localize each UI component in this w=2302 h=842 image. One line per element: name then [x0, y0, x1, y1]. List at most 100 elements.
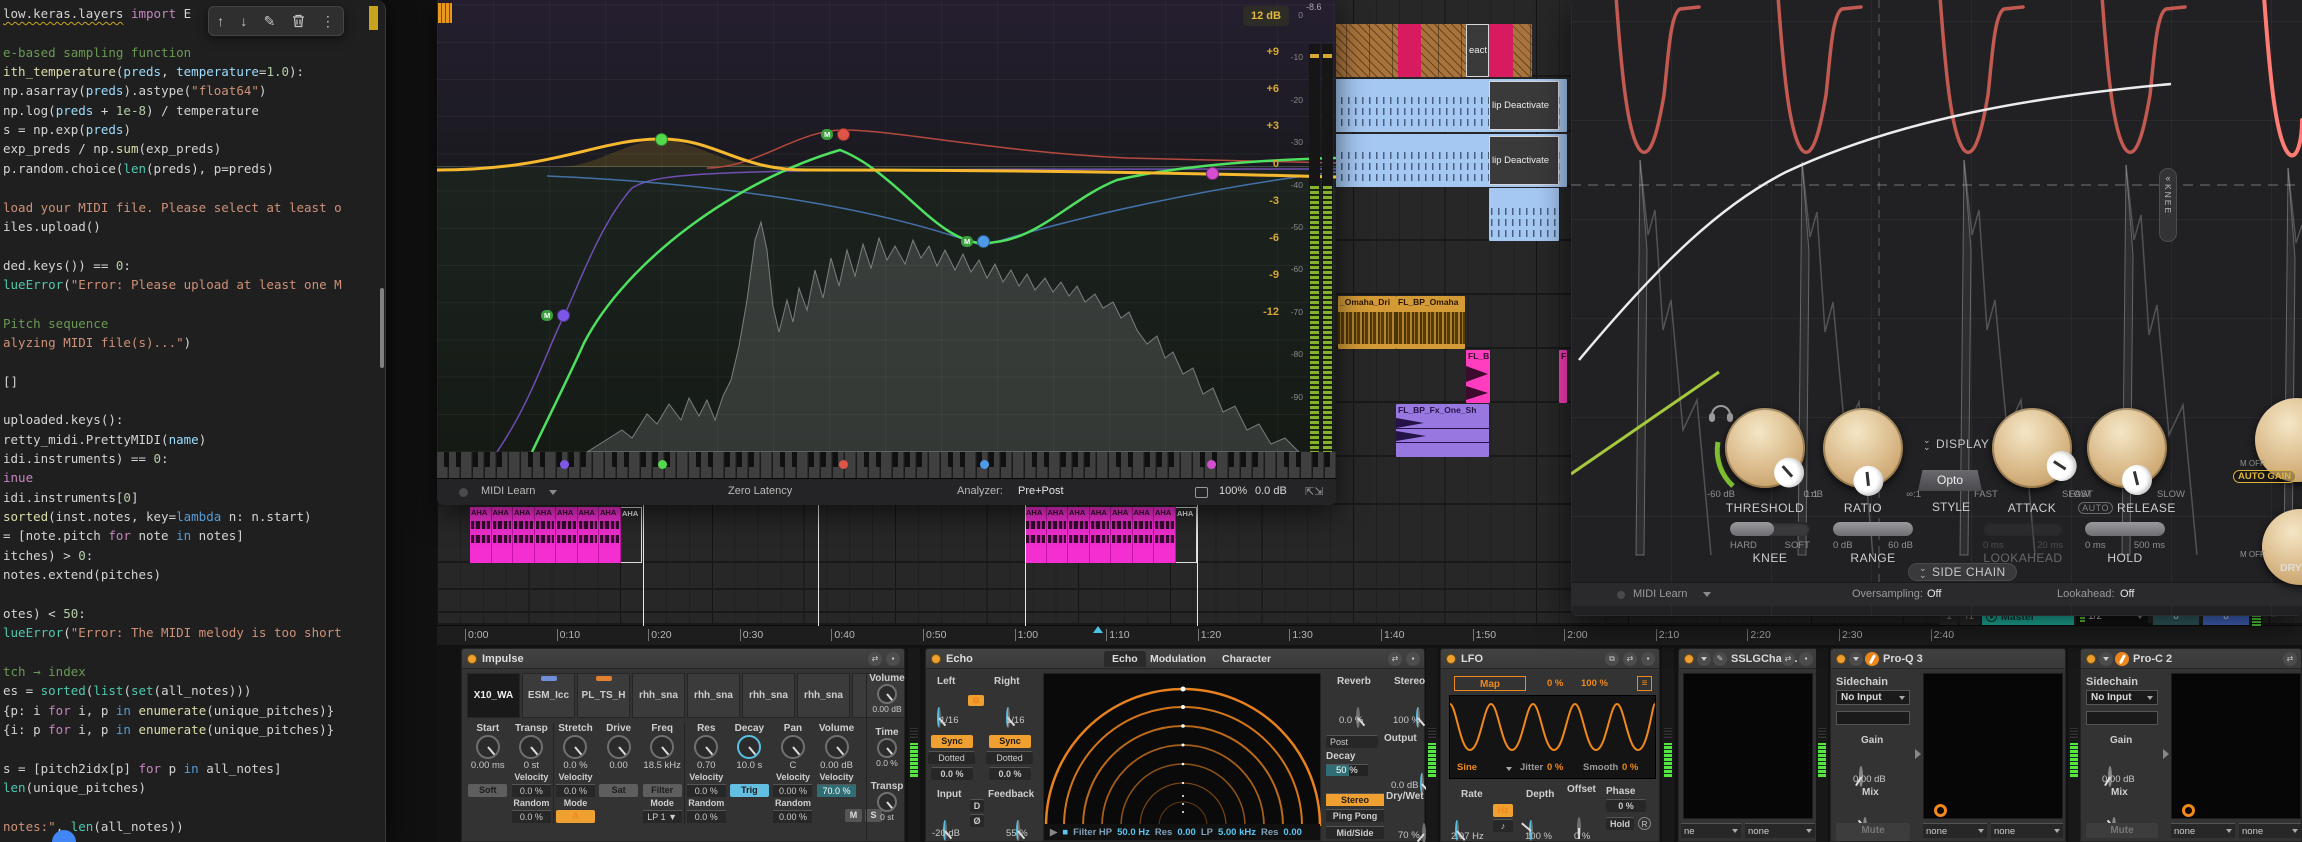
- vocal-chop-clip[interactable]: AHA: [492, 507, 514, 563]
- band-key-dot[interactable]: [980, 460, 989, 469]
- device-on-led[interactable]: [1836, 654, 1846, 664]
- map-min-value[interactable]: 0 %: [1547, 678, 1563, 689]
- mute-button[interactable]: M: [845, 809, 862, 822]
- code-line[interactable]: notes.extend(pitches): [3, 565, 161, 584]
- mode-pingpong-button[interactable]: Ping Pong: [1326, 809, 1384, 822]
- left-division-dropdown[interactable]: Dotted: [928, 751, 975, 764]
- vocal-chop-clip[interactable]: AHA: [1025, 507, 1047, 563]
- band-mute-badge[interactable]: M: [541, 310, 553, 321]
- compressor-knob[interactable]: [1823, 408, 1903, 488]
- compressor-knob[interactable]: [1992, 408, 2072, 488]
- zoom-level[interactable]: 100%: [1219, 485, 1247, 497]
- sample-slot[interactable]: ESM_Icc: [522, 673, 575, 718]
- sidechain-input-chooser[interactable]: No Input: [1836, 690, 1910, 705]
- mute-button[interactable]: Mute: [1836, 823, 1910, 838]
- sub-control[interactable]: 0.0 %: [512, 784, 551, 797]
- code-line[interactable]: inue: [3, 468, 33, 487]
- sidechain-input-chooser[interactable]: No Input: [2086, 690, 2158, 705]
- eq-band-handle[interactable]: [837, 128, 850, 141]
- code-line[interactable]: len(unique_pitches): [3, 778, 146, 797]
- chevron-down-icon[interactable]: [1506, 767, 1512, 771]
- vocal-chop-clip[interactable]: AHA: [470, 507, 492, 563]
- filter-on-icon[interactable]: ■: [1062, 827, 1068, 838]
- sub-control[interactable]: Sat: [599, 784, 638, 797]
- code-line[interactable]: {p: i for i, p in enumerate(unique_pitch…: [3, 701, 334, 720]
- wave-shape-value[interactable]: Sine: [1457, 762, 1477, 773]
- code-line[interactable]: low.keras.layers import E: [3, 4, 191, 23]
- plugin-panel[interactable]: [1923, 673, 2063, 819]
- param-knob[interactable]: [825, 735, 849, 759]
- param-chooser-2[interactable]: none: [2239, 823, 2301, 838]
- vocal-chop-clip[interactable]: AHA: [1090, 507, 1112, 563]
- sample-slot[interactable]: X10_WA: [467, 673, 520, 718]
- param-knob[interactable]: [607, 735, 631, 759]
- compressor-slider[interactable]: 0 dB60 dB RANGE: [1833, 522, 1913, 565]
- param-value[interactable]: 0.0 %: [563, 760, 587, 772]
- move-cell-down-icon[interactable]: ↓: [240, 13, 247, 29]
- code-line[interactable]: lueError("Error: The MIDI melody is too …: [3, 623, 342, 642]
- code-line[interactable]: tch → index: [3, 662, 86, 681]
- save-preset-icon[interactable]: ▪: [1406, 652, 1420, 666]
- map-button[interactable]: Map: [1454, 676, 1526, 691]
- deactivated-clip[interactable]: lip Deactivate: [1489, 136, 1559, 185]
- display-mode-icon[interactable]: [1195, 487, 1208, 498]
- accent-clip[interactable]: [1398, 24, 1421, 77]
- code-line[interactable]: {i: p for i, p in enumerate(unique_pitch…: [3, 720, 334, 739]
- lookahead-value[interactable]: Off: [2120, 588, 2134, 600]
- compressor-knob[interactable]: [1725, 408, 1805, 488]
- sub-control[interactable]: 0.0 %: [556, 784, 595, 797]
- mute-button[interactable]: Mute: [2086, 823, 2158, 838]
- audio-clip[interactable]: FL_BP_Fx_One_Sh: [1396, 404, 1489, 457]
- style-selector[interactable]: Opto: [1918, 470, 1982, 491]
- param-value[interactable]: 0.00 dB: [820, 760, 853, 772]
- more-actions-icon[interactable]: ⋮: [321, 13, 335, 30]
- sub-control[interactable]: 0.00 %: [773, 784, 812, 797]
- stereo-value[interactable]: 100 %: [1393, 715, 1420, 726]
- param-knob[interactable]: [877, 684, 897, 704]
- tab-echo[interactable]: Echo: [1104, 651, 1146, 667]
- vocal-chop-clip[interactable]: AHA: [535, 507, 557, 563]
- param-knob[interactable]: [877, 738, 897, 758]
- param-value[interactable]: 0.00 ms: [471, 760, 505, 772]
- phase-invert-button[interactable]: Ø: [970, 814, 984, 827]
- param-chooser-1[interactable]: none: [1923, 823, 1987, 838]
- vocal-chop-clip[interactable]: AHA: [599, 507, 621, 563]
- gain-value[interactable]: 0.00 dB: [1853, 774, 1886, 785]
- sample-slot[interactable]: rhh_sna: [742, 673, 795, 718]
- gain-scale-badge[interactable]: 12 dB: [1243, 6, 1289, 26]
- band-key-dot[interactable]: [658, 460, 667, 469]
- code-line[interactable]: lueError("Error: Please upload at least …: [3, 275, 342, 294]
- code-line[interactable]: s = np.exp(preds): [3, 120, 131, 139]
- param-value[interactable]: 0.70: [697, 760, 716, 772]
- plugin-panel[interactable]: [1683, 673, 1813, 819]
- code-line[interactable]: e-based sampling function: [3, 43, 191, 62]
- save-preset-icon[interactable]: ▪: [1799, 652, 1813, 666]
- device-title-bar[interactable]: LFO ⧉ ⇄ ▪: [1441, 649, 1659, 669]
- audio-clip[interactable]: _Omaha_Dri: [1338, 296, 1396, 349]
- plugin-edit-icon[interactable]: ✎: [1713, 652, 1727, 666]
- param-knob[interactable]: [519, 735, 543, 759]
- sidechain-source-chooser[interactable]: [2086, 711, 2158, 725]
- hold-button[interactable]: Hold: [1606, 817, 1634, 830]
- sub-control[interactable]: 0.0 %: [687, 784, 726, 797]
- filter-param[interactable]: Res: [1155, 827, 1172, 838]
- sub-control[interactable]: 0.00 %: [773, 810, 812, 823]
- smooth-value[interactable]: 0 %: [1622, 762, 1638, 773]
- mode-midside-button[interactable]: Mid/Side: [1326, 826, 1384, 839]
- param-value[interactable]: 0 st: [524, 760, 539, 772]
- vocal-chop-clip[interactable]: AHA: [513, 507, 535, 563]
- output-gain-value[interactable]: 0.0 dB: [1255, 485, 1287, 497]
- code-line[interactable]: sorted(inst.notes, key=lambda n: n.start…: [3, 507, 312, 526]
- code-line[interactable]: ith_temperature(preds, temperature=1.0):: [3, 62, 304, 81]
- param-knob[interactable]: [563, 735, 587, 759]
- save-preset-icon[interactable]: ▪: [886, 652, 900, 666]
- chevron-down-icon[interactable]: [1703, 592, 1711, 597]
- code-line[interactable]: s = [pitch2idx[p] for p in all_notes]: [3, 759, 281, 778]
- vocal-chop-clip[interactable]: AHA: [556, 507, 578, 563]
- filter-param[interactable]: 0.00: [1177, 827, 1196, 838]
- device-title-bar[interactable]: Pro-C 2 ⇄: [2081, 649, 2301, 669]
- param-knob[interactable]: [877, 792, 897, 812]
- sub-control[interactable]: LP 1 ▼: [643, 810, 682, 823]
- right-sync-button[interactable]: Sync: [989, 735, 1031, 748]
- device-title-bar[interactable]: Impulse ⇄ ▪: [462, 649, 904, 669]
